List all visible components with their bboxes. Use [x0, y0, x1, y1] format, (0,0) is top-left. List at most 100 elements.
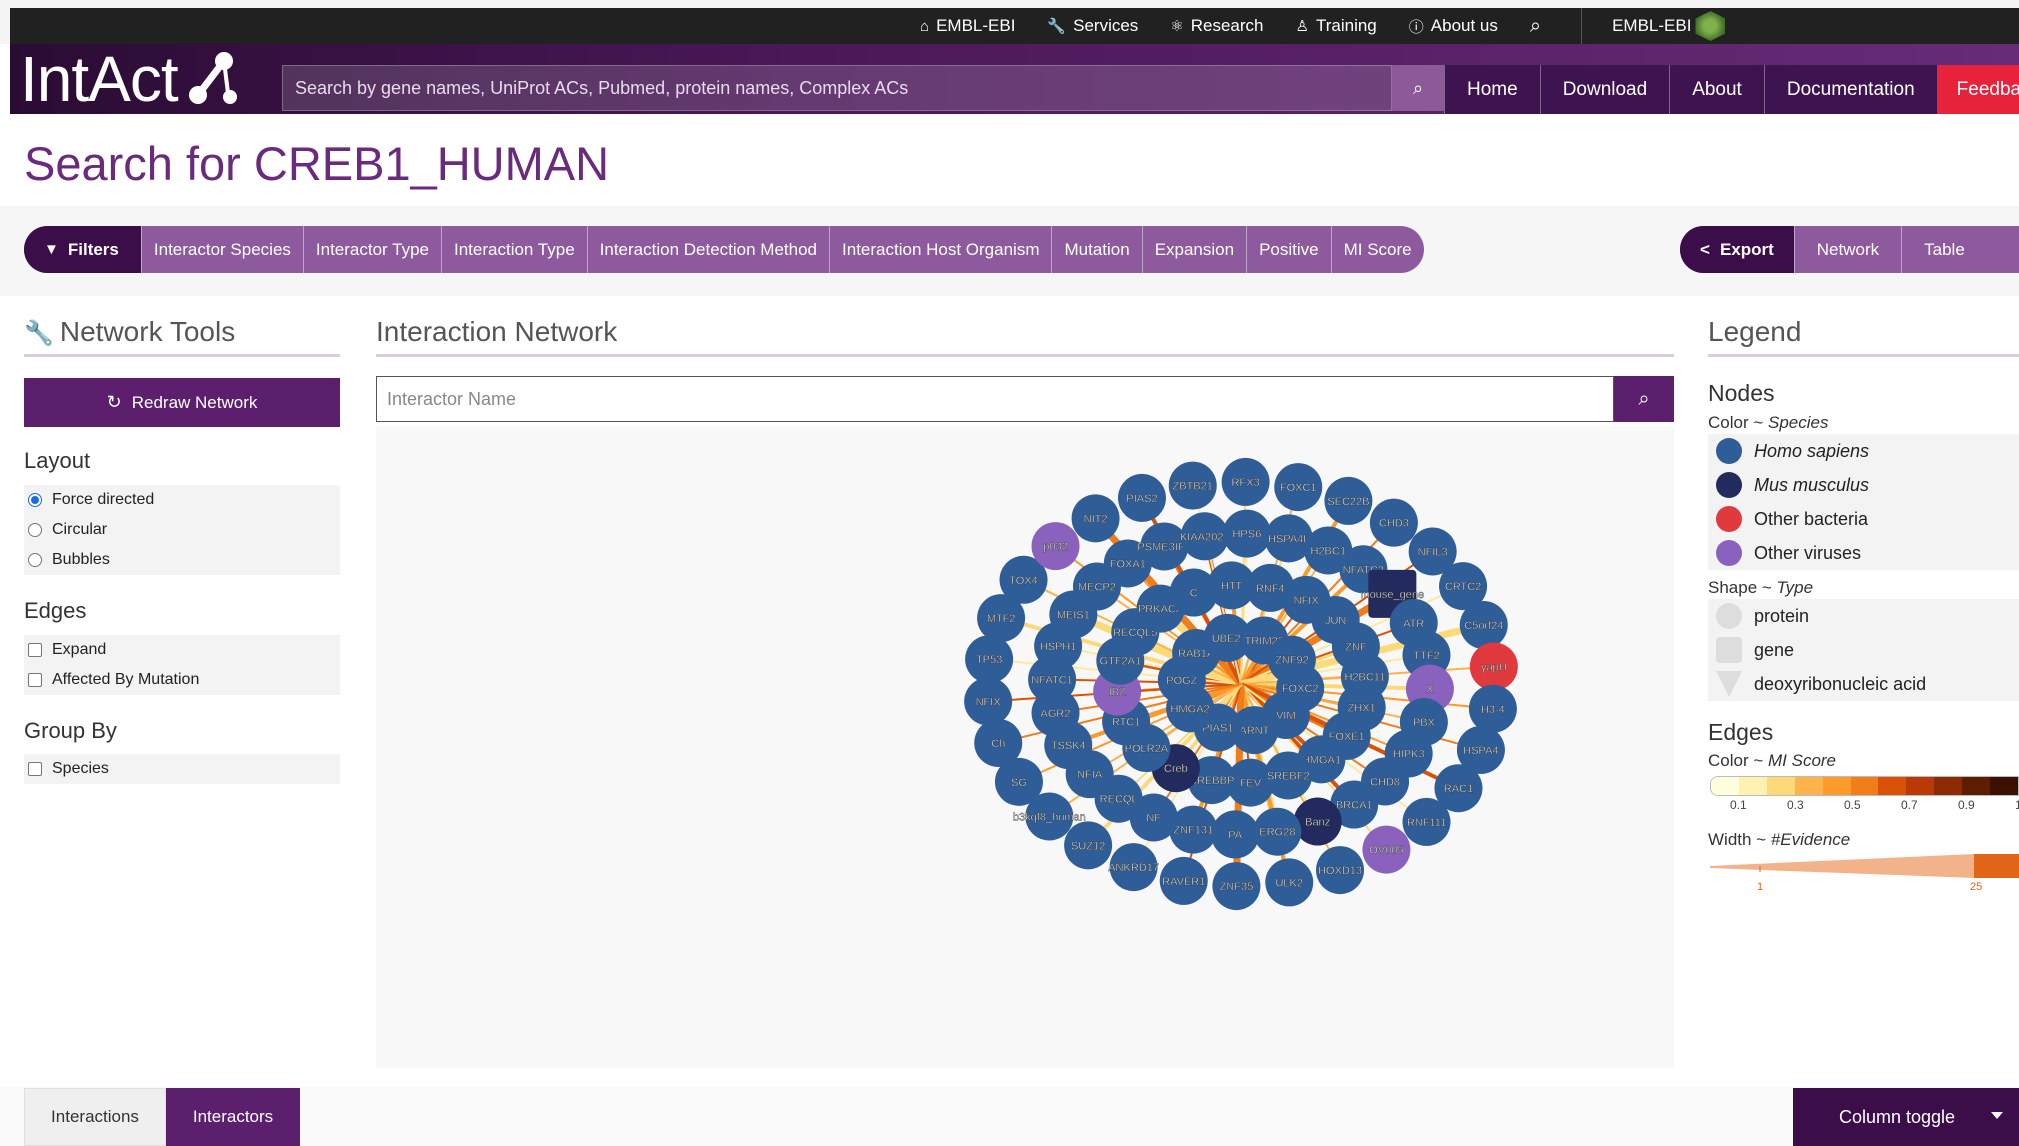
node-label: Banz — [1305, 817, 1330, 829]
filter-interaction-detection-method[interactable]: Interaction Detection Method — [586, 226, 829, 273]
layout-option[interactable]: Bubbles — [24, 545, 340, 575]
export-button[interactable]: < Export — [1680, 226, 1794, 273]
share-icon: < — [1700, 239, 1710, 259]
main-nav: HomeDownloadAboutDocumentationFeedback ↗ — [1444, 65, 2019, 114]
global-nav-link[interactable]: 🔧 Services — [1047, 16, 1138, 36]
global-search-toggle[interactable]: ⌕ — [1530, 15, 1541, 38]
embl-ebi-brand[interactable]: EMBL-EBI — [1612, 11, 1726, 41]
network-node[interactable]: H3-4 — [1468, 684, 1517, 733]
checkbox[interactable] — [28, 762, 42, 776]
column-toggle-button[interactable]: Column toggle — [1793, 1088, 2019, 1146]
type-label: gene — [1754, 639, 1795, 660]
network-graph[interactable]: VIMARNTPIAS1HMGA2POGZRAB1AUBE2I TRIM22ZNF… — [376, 426, 1674, 1068]
node-label: ARNT — [1239, 725, 1269, 737]
filter-interaction-host-organism[interactable]: Interaction Host Organism — [829, 226, 1051, 273]
tab-interactors[interactable]: Interactors — [166, 1088, 300, 1146]
filter-mi-score[interactable]: MI Score — [1330, 226, 1424, 273]
nav-download[interactable]: Download — [1539, 65, 1670, 114]
global-nav-link[interactable]: ⚛ Research — [1170, 16, 1263, 36]
network-node[interactable]: FOXC1 — [1274, 463, 1323, 512]
radio-button[interactable] — [28, 553, 42, 567]
intact-logo[interactable]: IntAct — [20, 43, 240, 115]
molecule-icon: ⚛ — [1170, 18, 1184, 35]
global-nav-link-label: Services — [1073, 16, 1139, 35]
node-label: KIAA2026 — [1180, 531, 1230, 543]
network-node[interactable]: ZBTB21 — [1168, 461, 1217, 510]
network-node[interactable]: OV005 — [1362, 825, 1411, 874]
network-node[interactable]: PIAS2 — [1117, 473, 1166, 522]
node-label: HSPH1 — [1040, 641, 1077, 653]
global-nav-link[interactable]: ⓘ About us — [1409, 16, 1498, 37]
caption-prefix: Color ~ — [1708, 751, 1768, 770]
feedback-button[interactable]: Feedback ↗ — [1936, 65, 2019, 114]
network-node[interactable]: CHD3 — [1369, 498, 1418, 547]
network-canvas[interactable]: VIM ARNT PIAS1 HMGA2 POGZ RAB1A UBE2I TRIM22 ZNF… — [376, 426, 1674, 1068]
node-label: ULK2 — [1275, 877, 1303, 889]
filters-button[interactable]: ▼ Filters — [24, 226, 141, 273]
filter-expansion[interactable]: Expansion — [1141, 226, 1246, 273]
network-node[interactable]: ZNF35 — [1212, 862, 1261, 911]
species-color-swatch — [1716, 438, 1742, 464]
export-network[interactable]: Network — [1793, 226, 1901, 273]
scale-step — [1906, 777, 1935, 795]
legend-color-caption: Color ~ Species — [1708, 413, 1828, 433]
network-node[interactable]: RFX3 — [1221, 457, 1270, 506]
network-node[interactable]: FOXC2 — [1276, 664, 1325, 713]
filter-positive[interactable]: Positive — [1246, 226, 1331, 273]
edge-option[interactable]: Expand — [24, 635, 340, 665]
checkbox[interactable] — [28, 643, 42, 657]
network-node[interactable]: Banz — [1293, 797, 1342, 846]
global-search-input[interactable]: Search by gene names, UniProt ACs, Pubme… — [282, 65, 1392, 111]
layout-option[interactable]: Circular — [24, 515, 340, 545]
legend-species-item: Other bacteria — [1708, 502, 2019, 536]
legend-width-caption: Width ~ #Evidence — [1708, 830, 1850, 850]
network-node[interactable]: HPS6 — [1222, 509, 1271, 558]
network-node[interactable]: SREBF2 — [1264, 751, 1313, 800]
network-node[interactable]: NF — [1129, 793, 1178, 842]
network-node[interactable]: PA — [1211, 810, 1260, 859]
network-node[interactable]: RAVER1 — [1159, 856, 1208, 905]
tab-interactions[interactable]: Interactions — [24, 1088, 166, 1146]
export-table[interactable]: Table — [1901, 226, 1987, 273]
network-node[interactable]: RNF111 — [1402, 797, 1451, 846]
network-node[interactable]: NFIX — [964, 677, 1013, 726]
nav-about[interactable]: About — [1669, 65, 1764, 114]
network-node[interactable]: ANKRD17 — [1108, 843, 1159, 892]
node-label: HSPA4L — [1268, 533, 1309, 545]
network-node[interactable]: SEC22B — [1324, 476, 1373, 525]
node-label: RECQL — [1100, 794, 1138, 806]
layout-option[interactable]: Force directed — [24, 485, 340, 515]
group-option[interactable]: Species — [24, 754, 340, 784]
filter-interactor-type[interactable]: Interactor Type — [302, 226, 441, 273]
filter-mutation[interactable]: Mutation — [1051, 226, 1141, 273]
radio-button[interactable] — [28, 523, 42, 537]
network-node[interactable]: TP53 — [965, 635, 1014, 684]
global-nav-link[interactable]: ⌂ EMBL-EBI — [920, 16, 1015, 36]
radio-button[interactable] — [28, 493, 42, 507]
network-node[interactable]: ULK2 — [1265, 858, 1314, 907]
global-search-button[interactable]: ⌕ — [1392, 65, 1444, 111]
redraw-network-button[interactable]: ↻ Redraw Network — [24, 378, 340, 427]
node-label: ANKRD17 — [1108, 862, 1159, 874]
network-node[interactable]: SUZ12 — [1064, 821, 1113, 870]
nav-home[interactable]: Home — [1444, 65, 1540, 114]
network-node[interactable]: NIT2 — [1071, 494, 1120, 543]
interactor-search-input[interactable]: Interactor Name — [376, 376, 1614, 422]
nav-documentation[interactable]: Documentation — [1763, 65, 1937, 114]
top-bar: ⌂ EMBL-EBI 🔧 Services ⚛ Research ♙ Training ⓘ Abo… — [0, 0, 2019, 44]
network-node[interactable]: HOXD13 — [1316, 846, 1365, 895]
checkbox[interactable] — [28, 673, 42, 687]
filter-interaction-type[interactable]: Interaction Type — [441, 226, 587, 273]
global-nav-link[interactable]: ♙ Training — [1296, 16, 1377, 36]
species-color-swatch — [1716, 472, 1742, 498]
network-node[interactable]: yapH — [1469, 642, 1518, 691]
interactor-search-button[interactable]: ⌕ — [1614, 376, 1674, 422]
network-node[interactable]: ERG28 — [1253, 807, 1302, 856]
network-node[interactable]: C5orf24 — [1459, 601, 1508, 650]
filter-interactor-species[interactable]: Interactor Species — [140, 226, 303, 273]
network-node[interactable]: Ch — [974, 718, 1023, 767]
node-label: NFIX — [976, 696, 1002, 708]
node-label: ZNF35 — [1220, 881, 1254, 893]
network-node[interactable]: p032 — [1031, 522, 1080, 571]
edge-option[interactable]: Affected By Mutation — [24, 665, 340, 695]
